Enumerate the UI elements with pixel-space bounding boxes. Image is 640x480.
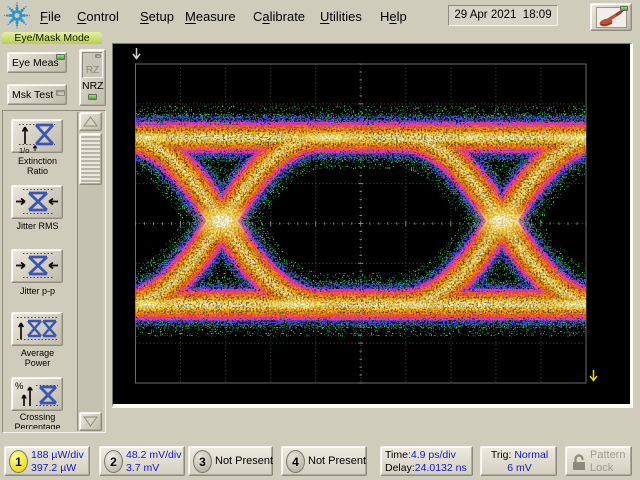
svg-text:%: % — [15, 381, 24, 392]
svg-text:1/o: 1/o — [19, 146, 29, 153]
